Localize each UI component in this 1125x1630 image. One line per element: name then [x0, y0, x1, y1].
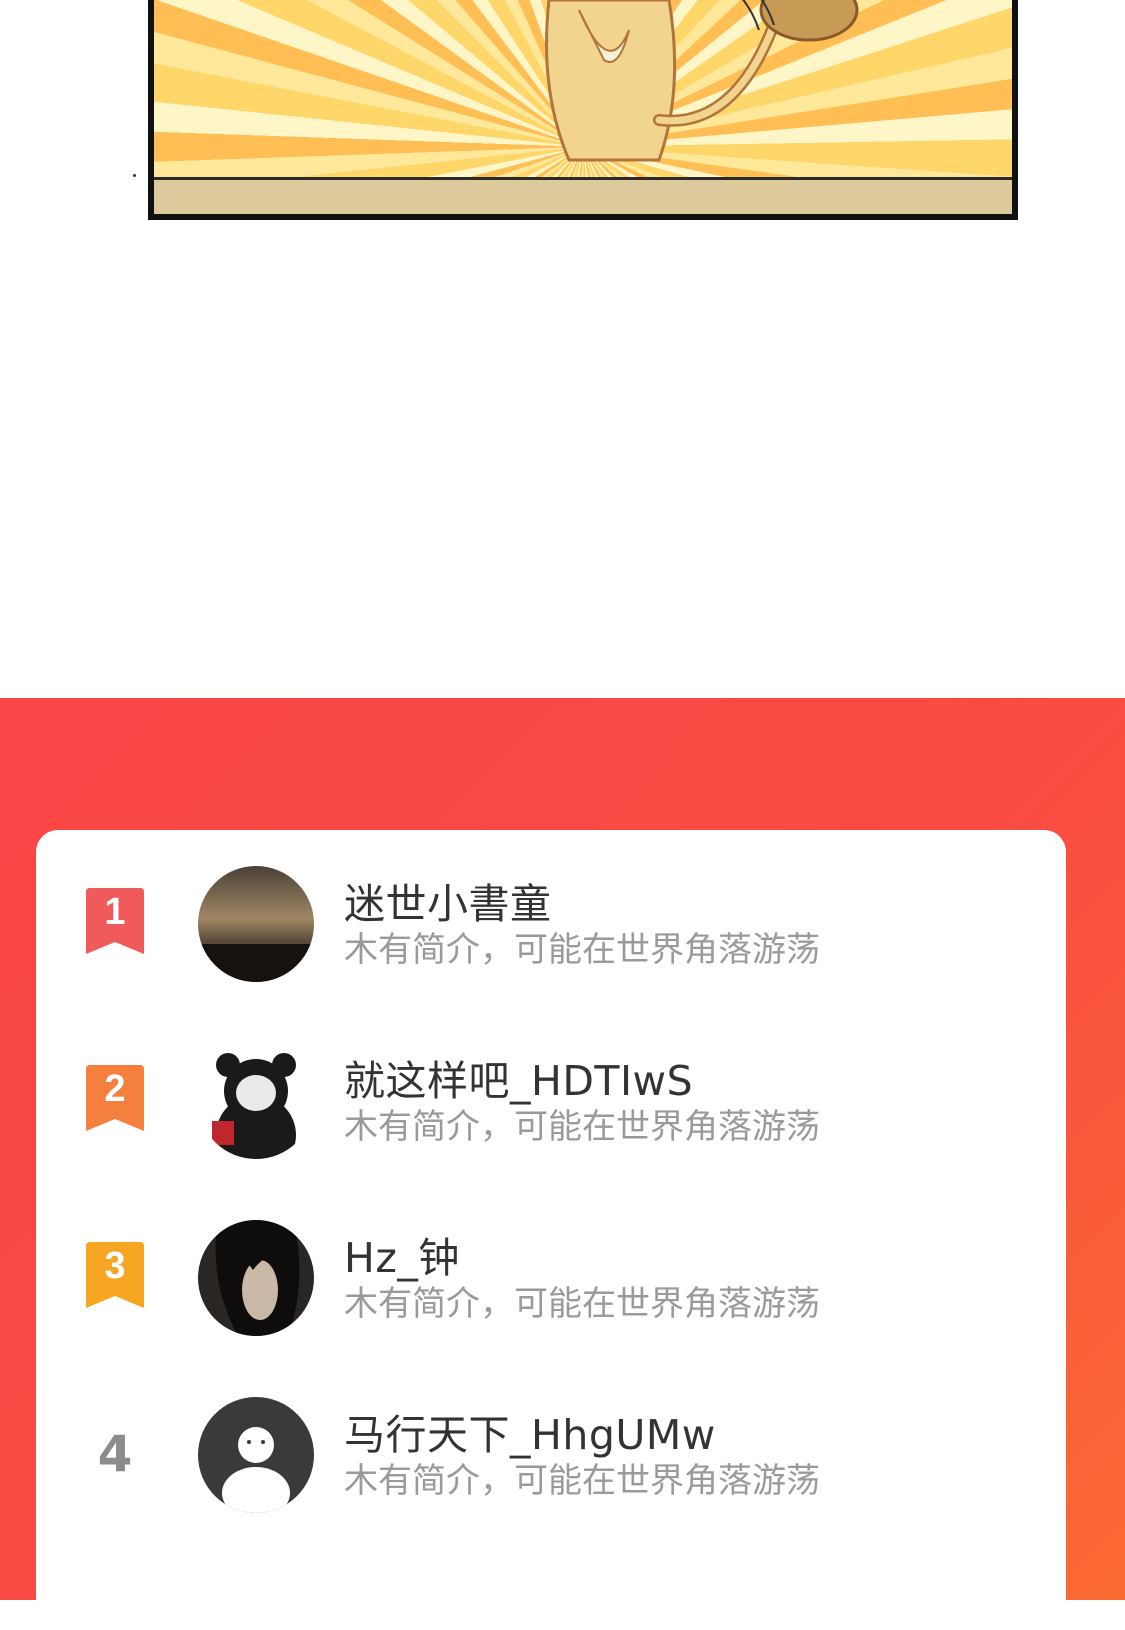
rank-number: 1 [104, 891, 125, 933]
user-avatar[interactable] [198, 1220, 314, 1336]
user-intro: 木有简介，可能在世界角落游荡 [344, 1284, 820, 1324]
rank-ribbon-badge: 1 [86, 888, 144, 954]
rank-ribbon-badge: 2 [86, 1065, 144, 1131]
user-avatar[interactable] [198, 1043, 314, 1159]
user-intro: 木有简介，可能在世界角落游荡 [344, 1107, 820, 1147]
default-avatar-icon[interactable] [198, 1397, 314, 1513]
comic-floor [154, 177, 1012, 214]
lion-cartoon-illustration [545, 0, 859, 162]
ranking-list-item[interactable]: 3 Hz_钟 木有简介，可能在世界角落游荡 [36, 1184, 1066, 1336]
rank-ribbon-badge: 3 [86, 1242, 144, 1308]
fan-ranking-section: 1 迷世小書童 木有简介，可能在世界角落游荡 2 就这样吧_HDTIwS 木有简… [0, 698, 1125, 1630]
user-intro: 木有简介，可能在世界角落游荡 [344, 1461, 820, 1501]
stray-dot [133, 174, 136, 177]
user-intro: 木有简介，可能在世界角落游荡 [344, 930, 820, 970]
user-avatar[interactable] [198, 866, 314, 982]
rank-number: 2 [104, 1068, 125, 1110]
ranking-card: 1 迷世小書童 木有简介，可能在世界角落游荡 2 就这样吧_HDTIwS 木有简… [36, 830, 1066, 1630]
user-name[interactable]: Hz_钟 [344, 1224, 460, 1284]
user-name[interactable]: 马行天下_HhgUMw [344, 1401, 716, 1461]
ranking-list-item[interactable]: 2 就这样吧_HDTIwS 木有简介，可能在世界角落游荡 [36, 1007, 1066, 1159]
user-name[interactable]: 就这样吧_HDTIwS [344, 1047, 693, 1107]
ranking-list-item[interactable]: 1 迷世小書童 木有简介，可能在世界角落游荡 [36, 830, 1066, 982]
user-name[interactable]: 迷世小書童 [344, 870, 552, 930]
rank-number: 4 [97, 1425, 133, 1483]
comic-panel-image [148, 0, 1018, 220]
rank-number: 3 [104, 1245, 125, 1287]
ranking-list-item[interactable]: 4 马行天下_HhgUMw 木有简介，可能在世界角落游荡 [36, 1361, 1066, 1513]
